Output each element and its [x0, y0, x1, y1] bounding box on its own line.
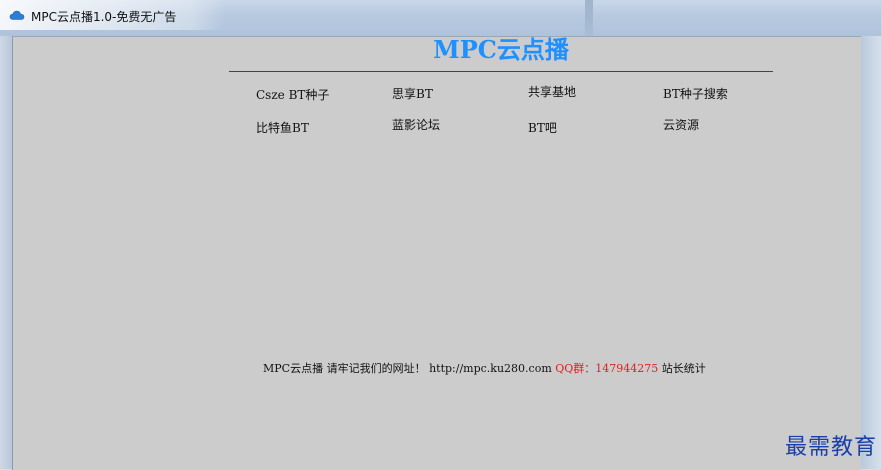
titlebar-streak	[585, 0, 593, 36]
browser-content-area: MPC云点播 Csze BT种子 思享BT 共享基地 BT种子搜索 比特鱼BT …	[12, 35, 861, 470]
link-lanying-forum[interactable]: 蓝影论坛	[392, 116, 440, 133]
page-title: MPC云点播	[433, 35, 569, 64]
link-gongxiang-jidi[interactable]: 共享基地	[528, 83, 576, 100]
watermark-text: 最需教育	[784, 435, 877, 460]
link-yun-ziyuan[interactable]: 云资源	[663, 116, 699, 133]
cloud-icon	[9, 7, 25, 23]
window-titlebar[interactable]: MPC云点播1.0-免费无广告	[0, 0, 881, 36]
footer: MPC云点播 请牢记我们的网址！ http://mpc.ku280.com QQ…	[263, 360, 706, 376]
footer-qq-number: 147944275	[595, 362, 659, 375]
footer-qq-label: QQ群：	[555, 362, 596, 375]
link-bt-seed-search[interactable]: BT种子搜索	[663, 85, 728, 102]
footer-stats-link[interactable]: 站长统计	[662, 362, 706, 375]
window-title: MPC云点播1.0-免费无广告	[31, 10, 177, 24]
window-left-frame	[0, 36, 12, 469]
link-csze-bt[interactable]: Csze BT种子	[256, 86, 329, 103]
footer-url-link[interactable]: http://mpc.ku280.com	[429, 362, 552, 375]
window-right-frame	[861, 36, 881, 469]
footer-notice: MPC云点播 请牢记我们的网址！	[263, 362, 426, 375]
link-sixiang-bt[interactable]: 思享BT	[392, 85, 433, 102]
link-bt-ba[interactable]: BT吧	[528, 119, 557, 136]
title-divider	[229, 71, 773, 72]
link-biteyu-bt[interactable]: 比特鱼BT	[256, 119, 309, 136]
